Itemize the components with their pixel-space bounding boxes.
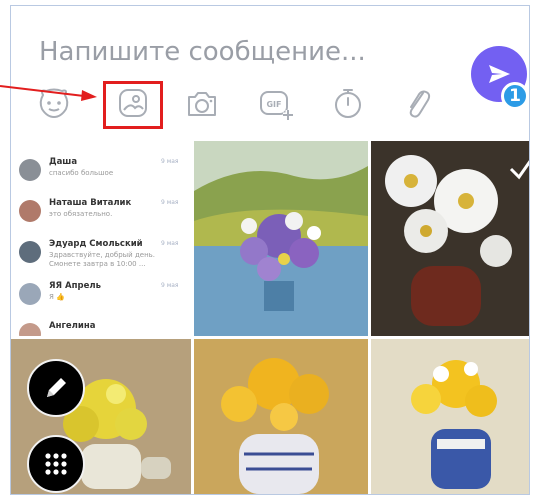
avatar (19, 241, 41, 263)
attachment-icon (409, 90, 431, 118)
chat-row: ЯЯ Апрель Я 👍 9 мая (11, 279, 183, 319)
chat-time: 9 мая (161, 158, 179, 165)
gif-icon: GIF (260, 91, 293, 120)
chat-name: Даша (49, 157, 78, 167)
chat-row: Ангелина (11, 319, 183, 336)
chat-snippet: спасибо большое (49, 169, 114, 177)
photo-thumbnail-selected[interactable] (371, 141, 529, 336)
screenshot-thumbnail[interactable]: Даша спасибо большое 9 мая Наташа Витали… (11, 141, 191, 336)
flower-photo (194, 339, 368, 494)
photo-thumbnail[interactable] (194, 339, 368, 494)
attachment-button[interactable] (399, 84, 437, 122)
chat-name: Наташа Виталик (49, 198, 132, 208)
camera-button[interactable] (183, 84, 221, 122)
chat-name: Ангелина (49, 321, 96, 331)
avatar (19, 283, 41, 305)
chat-row: Эдуард Смольский Здравствуйте, добрый де… (11, 237, 183, 277)
svg-text:GIF: GIF (266, 100, 281, 109)
chat-snippet: Я 👍 (49, 293, 65, 301)
media-grid: Даша спасибо большое 9 мая Наташа Витали… (11, 141, 529, 494)
message-input[interactable] (39, 32, 459, 72)
compose-area: 1 GIF (11, 6, 529, 141)
chat-name: Эдуард Смольский (49, 239, 143, 249)
timer-icon (335, 89, 361, 118)
gallery-highlight-box (103, 81, 163, 129)
pencil-icon (47, 378, 66, 397)
pointer-arrow (0, 85, 97, 101)
edit-button[interactable] (27, 359, 85, 417)
gif-button[interactable]: GIF (257, 84, 295, 122)
chat-snippet: это обязательно. (49, 210, 113, 218)
unread-badge: 1 (501, 82, 529, 110)
app-frame: 1 GIF (10, 5, 530, 495)
chat-row: Наташа Виталик это обязательно. 9 мая (11, 196, 183, 236)
avatar (19, 200, 41, 222)
photo-thumbnail[interactable] (371, 339, 529, 494)
chat-time: 9 мая (161, 199, 179, 206)
grid-icon (45, 453, 67, 475)
grid-menu-button[interactable] (27, 435, 85, 493)
chat-time: 9 мая (161, 282, 179, 289)
avatar (19, 323, 41, 336)
chat-time: 9 мая (161, 240, 179, 247)
chat-name: ЯЯ Апрель (49, 281, 101, 291)
photo-thumbnail[interactable] (194, 141, 368, 336)
chat-snippet: Здравствуйте, добрый день. Смонете завтр… (49, 251, 156, 268)
flower-photo (371, 141, 529, 336)
camera-icon (188, 92, 216, 116)
flower-photo (194, 141, 368, 336)
chat-row: Даша спасибо большое 9 мая (11, 155, 183, 195)
avatar (19, 159, 41, 181)
flower-photo (371, 339, 529, 494)
timer-button[interactable] (329, 84, 367, 122)
